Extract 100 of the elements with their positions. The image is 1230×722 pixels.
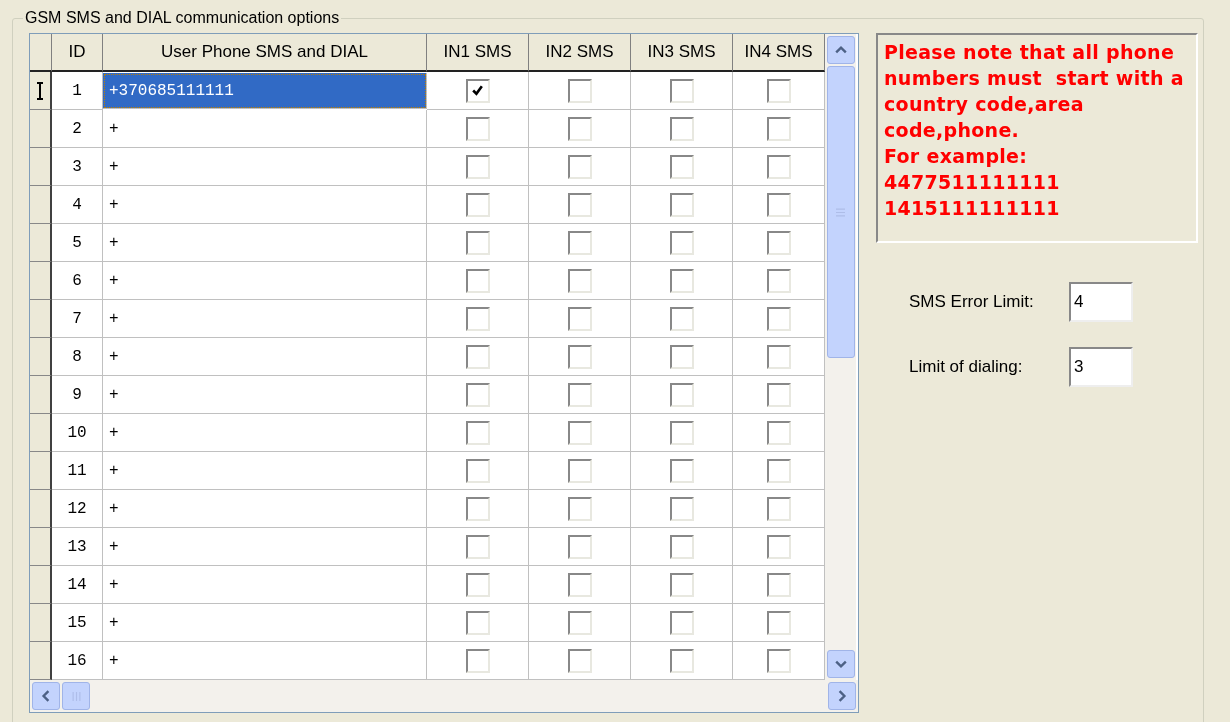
scroll-left-button[interactable]: [32, 682, 60, 710]
phone-cell[interactable]: +: [103, 338, 427, 376]
checkbox[interactable]: [766, 420, 791, 445]
column-header[interactable]: IN3 SMS: [631, 34, 733, 72]
checkbox[interactable]: [465, 192, 490, 217]
row-indicator[interactable]: [30, 528, 52, 566]
checkbox[interactable]: [465, 458, 490, 483]
scroll-right-button[interactable]: [828, 682, 856, 710]
phone-cell[interactable]: +: [103, 376, 427, 414]
phone-cell[interactable]: +: [103, 490, 427, 528]
checkbox[interactable]: [567, 382, 592, 407]
checkbox[interactable]: [766, 116, 791, 141]
checkbox[interactable]: [669, 496, 694, 521]
scroll-thumb[interactable]: [62, 682, 90, 710]
column-header[interactable]: IN2 SMS: [529, 34, 631, 72]
checkbox[interactable]: [567, 268, 592, 293]
checkbox[interactable]: [766, 78, 791, 103]
row-indicator[interactable]: [30, 414, 52, 452]
checkbox[interactable]: [567, 306, 592, 331]
phone-cell[interactable]: +: [103, 528, 427, 566]
checkbox[interactable]: [766, 534, 791, 559]
horizontal-scrollbar[interactable]: [30, 680, 858, 712]
row-indicator[interactable]: [30, 490, 52, 528]
row-indicator[interactable]: [30, 452, 52, 490]
checkbox[interactable]: [465, 306, 490, 331]
checkbox[interactable]: [669, 230, 694, 255]
row-indicator[interactable]: [30, 376, 52, 414]
row-indicator[interactable]: [30, 300, 52, 338]
checkbox[interactable]: [669, 534, 694, 559]
input-field[interactable]: 4: [1069, 282, 1133, 322]
checkbox[interactable]: [567, 116, 592, 141]
checkbox[interactable]: [669, 382, 694, 407]
checkbox[interactable]: [669, 610, 694, 635]
row-indicator[interactable]: [30, 224, 52, 262]
scroll-down-button[interactable]: [826, 650, 855, 678]
phone-cell[interactable]: +: [103, 604, 427, 642]
row-indicator[interactable]: [30, 148, 52, 186]
column-header[interactable]: User Phone SMS and DIAL: [103, 34, 427, 72]
checkbox[interactable]: [669, 154, 694, 179]
checkbox[interactable]: [567, 420, 592, 445]
row-indicator[interactable]: [30, 604, 52, 642]
checkbox[interactable]: [669, 268, 694, 293]
phone-cell[interactable]: +: [103, 414, 427, 452]
row-indicator[interactable]: [30, 110, 52, 148]
checkbox[interactable]: [766, 192, 791, 217]
checkbox[interactable]: [766, 610, 791, 635]
phone-cell[interactable]: +: [103, 566, 427, 604]
checkbox[interactable]: [669, 420, 694, 445]
checkbox[interactable]: [669, 648, 694, 673]
phone-cell[interactable]: +: [103, 148, 427, 186]
checkbox[interactable]: [567, 344, 592, 369]
checkbox[interactable]: [669, 572, 694, 597]
checkbox[interactable]: [567, 496, 592, 521]
checkbox[interactable]: [567, 78, 592, 103]
checkbox[interactable]: [465, 230, 490, 255]
checkbox[interactable]: [465, 116, 490, 141]
column-header[interactable]: IN4 SMS: [733, 34, 825, 72]
scroll-up-button[interactable]: [826, 36, 855, 64]
checkbox[interactable]: [567, 534, 592, 559]
checkbox[interactable]: [766, 458, 791, 483]
checkbox[interactable]: [465, 496, 490, 521]
checkbox[interactable]: [766, 230, 791, 255]
checkbox[interactable]: [465, 154, 490, 179]
phone-cell[interactable]: +: [103, 224, 427, 262]
phone-cell[interactable]: +370685111111: [103, 73, 427, 109]
checkbox[interactable]: [766, 382, 791, 407]
checkbox[interactable]: [766, 572, 791, 597]
checkbox[interactable]: [766, 648, 791, 673]
column-header[interactable]: IN1 SMS: [427, 34, 529, 72]
checkbox[interactable]: [669, 458, 694, 483]
row-indicator[interactable]: [30, 642, 52, 680]
checkbox[interactable]: [766, 306, 791, 331]
checkbox[interactable]: [567, 192, 592, 217]
checkbox[interactable]: [465, 610, 490, 635]
checkbox[interactable]: [567, 458, 592, 483]
checkbox[interactable]: [567, 230, 592, 255]
phone-cell[interactable]: +: [103, 262, 427, 300]
vertical-scrollbar[interactable]: [825, 34, 856, 680]
checkbox[interactable]: [465, 420, 490, 445]
row-indicator[interactable]: [30, 186, 52, 224]
checkbox[interactable]: [465, 572, 490, 597]
row-indicator[interactable]: [30, 262, 52, 300]
checkbox[interactable]: [465, 344, 490, 369]
checkbox[interactable]: [567, 154, 592, 179]
row-indicator[interactable]: [30, 566, 52, 604]
checkbox[interactable]: [766, 496, 791, 521]
checkbox[interactable]: [567, 610, 592, 635]
checkbox[interactable]: [567, 572, 592, 597]
checkbox[interactable]: [669, 192, 694, 217]
row-indicator[interactable]: [30, 72, 52, 110]
phone-cell[interactable]: +: [103, 300, 427, 338]
column-header[interactable]: ID: [52, 34, 103, 72]
checkbox[interactable]: [465, 382, 490, 407]
checkbox[interactable]: [669, 344, 694, 369]
checkbox[interactable]: [766, 268, 791, 293]
scroll-thumb[interactable]: [826, 66, 855, 358]
checkbox[interactable]: [669, 78, 694, 103]
checkbox[interactable]: [465, 534, 490, 559]
phone-cell[interactable]: +: [103, 186, 427, 224]
phone-cell[interactable]: +: [103, 452, 427, 490]
